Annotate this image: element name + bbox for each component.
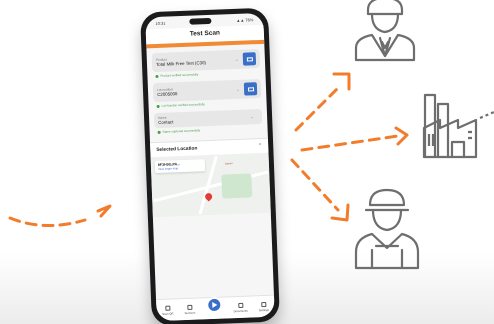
selected-location-title: Selected Location (156, 146, 198, 153)
scan-product-button[interactable] (242, 52, 257, 66)
product-status-text: Product verified successfully (160, 72, 199, 78)
map-poi-label: Lavoro (224, 162, 233, 166)
scan-fab-button[interactable] (205, 296, 223, 313)
status-signal: ▲▲ 76% (236, 16, 254, 23)
name-status-text: Name captured successfully (162, 128, 201, 134)
map-park (221, 173, 253, 199)
map-place-card: 8F3H9G,PA... View larger map (154, 159, 206, 174)
check-icon (155, 74, 159, 78)
chevron-up-icon[interactable]: ⌃ (258, 143, 262, 149)
nav-documents[interactable]: Documents (233, 302, 248, 313)
chevron-down-icon[interactable]: ⌄ (250, 114, 254, 120)
play-icon (212, 301, 218, 308)
arrow-to-worker (290, 158, 350, 222)
check-icon (156, 104, 160, 108)
lot-number-status-text: Lot Number verified successfully (161, 102, 205, 108)
nav-services-label: Services (184, 310, 196, 315)
nav-scan-qr[interactable]: Scan QR (162, 305, 174, 315)
view-larger-map-link[interactable]: View larger map (158, 166, 202, 171)
bottom-navigation: Scan QR Services Documents Settings (156, 294, 275, 322)
nav-scan-qr-label: Scan QR (162, 311, 174, 316)
nav-settings-label: Settings (258, 307, 270, 312)
worker-icon (354, 188, 420, 270)
phone-mockup: 10:31 ▲▲ 76% Test Scan Product Total Mil… (140, 7, 280, 324)
chevron-down-icon[interactable]: ⌄ (235, 56, 239, 62)
business-person-icon (354, 0, 416, 62)
incoming-arrow (8, 204, 112, 228)
location-map[interactable]: 8F3H9G,PA... View larger map Lavoro (150, 152, 271, 218)
camera-notch (189, 17, 212, 25)
chevron-down-icon[interactable]: ⌄ (236, 86, 240, 92)
factory-icon (422, 93, 494, 159)
status-time: 10:31 (155, 20, 166, 26)
arrow-to-factory (300, 126, 409, 152)
scan-lot-button[interactable] (243, 82, 258, 96)
nav-settings[interactable]: Settings (258, 301, 270, 312)
arrow-to-business (294, 72, 351, 132)
services-icon (187, 304, 193, 310)
nav-documents-label: Documents (233, 308, 248, 313)
documents-icon (237, 302, 244, 308)
scan-icon (247, 86, 254, 92)
check-icon (157, 130, 161, 134)
qr-icon (165, 305, 171, 311)
nav-services[interactable]: Services (184, 304, 196, 315)
scan-icon (246, 56, 253, 62)
app-screen: 10:31 ▲▲ 76% Test Scan Product Total Mil… (145, 12, 275, 322)
gear-icon (261, 301, 267, 307)
